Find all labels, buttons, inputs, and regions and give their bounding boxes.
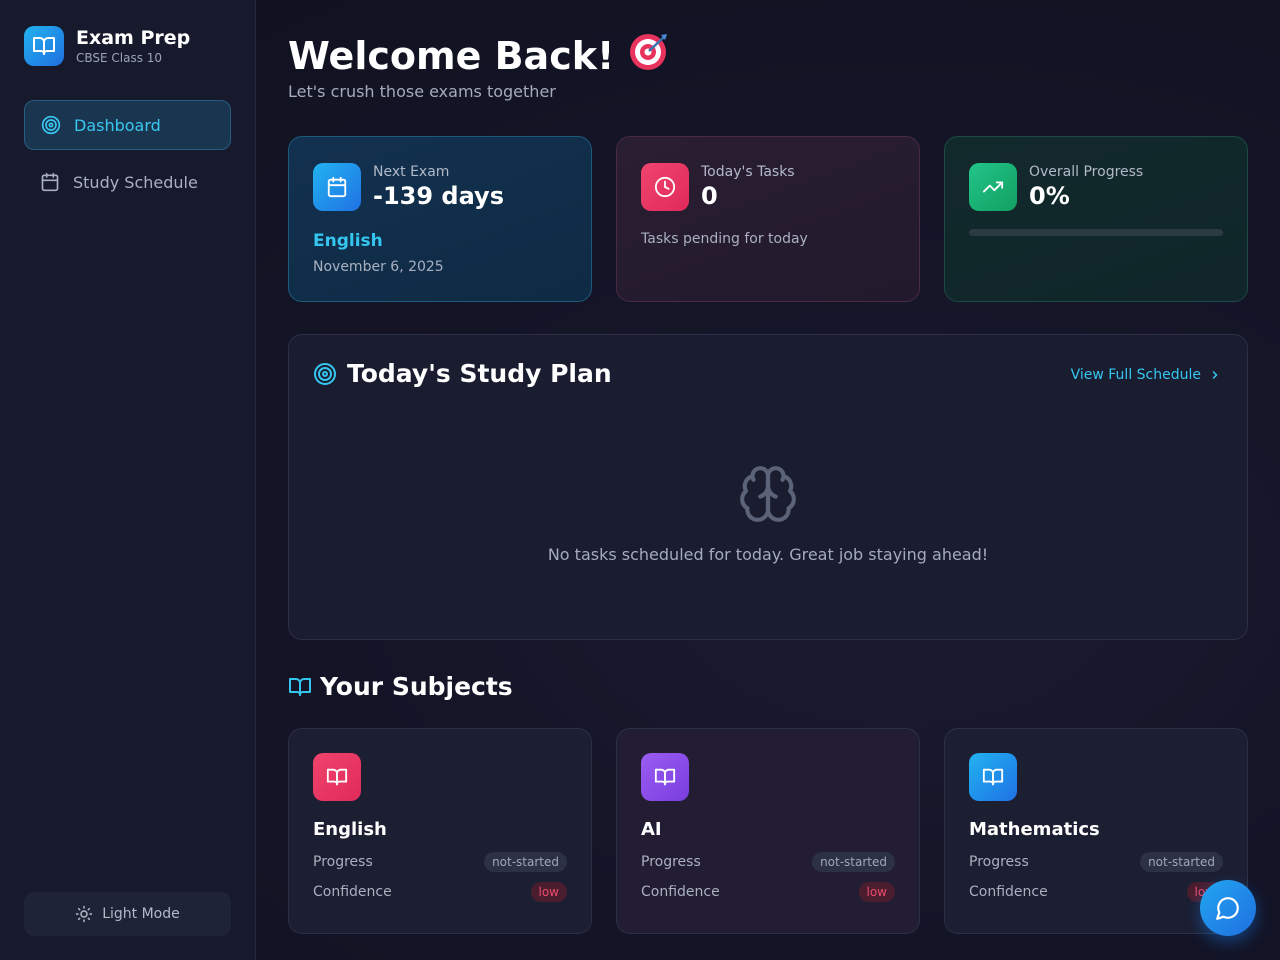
subjects-title-row: Your Subjects — [288, 672, 513, 701]
sidebar-item-study-schedule[interactable]: Study Schedule — [24, 157, 231, 207]
message-circle-icon — [1216, 897, 1239, 920]
view-full-schedule-label: View Full Schedule — [1070, 367, 1201, 383]
book-open-icon — [641, 753, 689, 801]
trending-up-icon — [969, 163, 1017, 211]
confidence-label: Confidence — [313, 884, 392, 900]
overall-progress-card[interactable]: Overall Progress 0% — [944, 136, 1248, 302]
brand[interactable]: Exam Prep CBSE Class 10 — [24, 26, 190, 66]
page-subtitle: Let's crush those exams together — [288, 82, 556, 101]
light-mode-toggle[interactable]: Light Mode — [24, 892, 231, 936]
sidebar-item-label: Dashboard — [74, 115, 161, 135]
sidebar-item-dashboard[interactable]: Dashboard — [24, 100, 231, 150]
view-full-schedule-link[interactable]: View Full Schedule — [1071, 367, 1221, 383]
next-exam-card[interactable]: Next Exam -139 days English November 6, … — [288, 136, 592, 302]
book-open-icon — [969, 753, 1017, 801]
target-icon — [41, 115, 61, 135]
clock-icon — [641, 163, 689, 211]
progress-badge: not-started — [1140, 852, 1223, 872]
sidebar-item-label: Study Schedule — [73, 172, 198, 192]
progress-badge: not-started — [812, 852, 895, 872]
app-title: Exam Prep — [76, 27, 191, 49]
book-open-icon — [24, 26, 64, 66]
progress-label: Progress — [969, 854, 1029, 870]
sun-icon — [75, 905, 93, 923]
calendar-icon — [313, 163, 361, 211]
next-exam-subject: English — [313, 231, 383, 251]
study-plan-panel: Today's Study Plan View Full Schedule No… — [288, 334, 1248, 640]
chat-button[interactable] — [1200, 880, 1256, 936]
subject-name: Mathematics — [969, 819, 1100, 840]
overall-progress-value: 0% — [1029, 182, 1070, 210]
book-open-icon — [289, 677, 311, 696]
sidebar: Exam Prep CBSE Class 10 Dashboard Study … — [0, 0, 256, 960]
subject-name: AI — [641, 819, 662, 840]
chevron-right-icon — [1212, 371, 1218, 379]
progress-badge: not-started — [484, 852, 567, 872]
book-open-icon — [313, 753, 361, 801]
todays-tasks-note: Tasks pending for today — [641, 231, 808, 247]
next-exam-label: Next Exam — [373, 164, 450, 180]
next-exam-date: November 6, 2025 — [313, 259, 444, 275]
confidence-badge: low — [530, 882, 567, 902]
study-plan-title: Today's Study Plan — [347, 359, 612, 388]
subject-card-english[interactable]: English Progress not-started Confidence … — [288, 728, 592, 934]
subject-name: English — [313, 819, 387, 840]
study-plan-empty-message: No tasks scheduled for today. Great job … — [547, 545, 989, 564]
calendar-icon — [40, 172, 60, 192]
confidence-label: Confidence — [641, 884, 720, 900]
page-title-row: Welcome Back! — [288, 30, 670, 81]
study-plan-title-row: Today's Study Plan — [313, 359, 612, 388]
progress-label: Progress — [313, 854, 373, 870]
page-title: Welcome Back! — [288, 33, 615, 78]
app-subtitle: CBSE Class 10 — [76, 51, 163, 65]
todays-tasks-value: 0 — [701, 182, 718, 210]
light-mode-label: Light Mode — [102, 906, 180, 922]
subjects-title: Your Subjects — [320, 672, 513, 701]
overall-progress-bar — [969, 229, 1223, 236]
todays-tasks-card[interactable]: Today's Tasks 0 Tasks pending for today — [616, 136, 920, 302]
progress-label: Progress — [641, 854, 701, 870]
confidence-badge: low — [858, 882, 895, 902]
overall-progress-label: Overall Progress — [1029, 164, 1144, 180]
target-icon — [314, 362, 336, 385]
brain-icon — [737, 463, 799, 529]
dart-target-icon — [628, 30, 670, 81]
todays-tasks-label: Today's Tasks — [701, 164, 795, 180]
subject-card-ai[interactable]: AI Progress not-started Confidence low — [616, 728, 920, 934]
next-exam-value: -139 days — [373, 182, 504, 210]
confidence-label: Confidence — [969, 884, 1048, 900]
